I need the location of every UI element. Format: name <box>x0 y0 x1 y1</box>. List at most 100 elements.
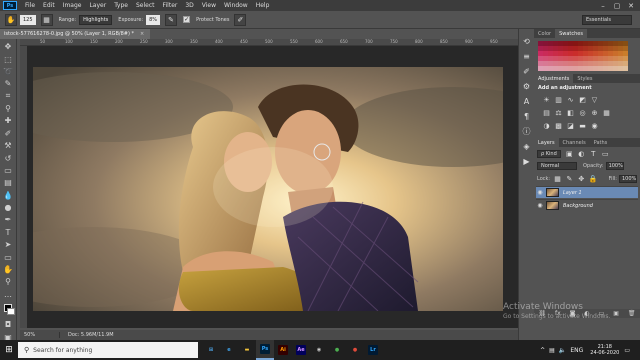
chevron-up-icon[interactable]: ^ <box>540 347 545 354</box>
pen-tool-icon[interactable]: ✒ <box>2 214 15 225</box>
taskbar-app[interactable]: Lr <box>364 340 382 360</box>
levels-icon[interactable]: ▥ <box>554 95 563 104</box>
close-document-icon[interactable]: × <box>140 31 144 37</box>
clone-source-icon[interactable]: ⚙ <box>521 80 533 92</box>
brush-settings-icon[interactable]: ▦ <box>40 13 53 26</box>
volume-icon[interactable]: 🔈 <box>559 347 566 354</box>
tab-channels[interactable]: Channels <box>559 138 590 147</box>
crop-tool-icon[interactable]: ⌗ <box>2 91 15 102</box>
gradient-map-icon[interactable]: ▬ <box>578 121 587 130</box>
tab-color[interactable]: Color <box>534 29 555 38</box>
more-tools-icon[interactable]: … <box>2 289 15 300</box>
color-swatch[interactable] <box>623 66 628 71</box>
tab-paths[interactable]: Paths <box>590 138 612 147</box>
eyedropper-tool-icon[interactable]: ⚲ <box>2 103 15 114</box>
menu-view[interactable]: View <box>198 2 220 9</box>
lock-position-icon[interactable]: ✥ <box>577 174 586 183</box>
selective-color-icon[interactable]: ◉ <box>590 121 599 130</box>
menu-filter[interactable]: Filter <box>159 2 182 9</box>
filter-adjustment-icon[interactable]: ◐ <box>577 149 586 158</box>
menu-image[interactable]: Image <box>59 2 86 9</box>
lock-transparency-icon[interactable]: ▦ <box>553 174 562 183</box>
filter-pixel-icon[interactable]: ▣ <box>565 149 574 158</box>
eraser-tool-icon[interactable]: ▭ <box>2 165 15 176</box>
tab-adjustments[interactable]: Adjustments <box>534 74 574 83</box>
protect-tones-checkbox[interactable]: ✓ <box>183 16 191 23</box>
rectangle-tool-icon[interactable]: ▭ <box>2 251 15 262</box>
menu-window[interactable]: Window <box>220 2 252 9</box>
brush-presets-icon[interactable]: ✐ <box>521 65 533 77</box>
dodge-tool-preset-icon[interactable]: ✋ <box>5 13 17 26</box>
taskbar-app[interactable]: Ae <box>292 340 310 360</box>
zoom-tool-icon[interactable]: ⚲ <box>2 276 15 287</box>
layer-row-layer-1[interactable]: ◉ Layer 1 <box>536 186 638 198</box>
type-tool-icon[interactable]: T <box>2 227 15 238</box>
marquee-tool-icon[interactable]: ⬚ <box>2 53 15 64</box>
quick-select-tool-icon[interactable]: ✎ <box>2 78 15 89</box>
move-tool-icon[interactable]: ✥ <box>2 41 15 52</box>
language-indicator[interactable]: ENG <box>570 347 583 354</box>
navigator-icon[interactable]: ◈ <box>521 140 533 152</box>
visibility-eye-icon[interactable]: ◉ <box>536 189 544 196</box>
menu-layer[interactable]: Layer <box>85 2 110 9</box>
lasso-tool-icon[interactable]: ➰ <box>2 66 15 77</box>
gradient-tool-icon[interactable]: ▤ <box>2 177 15 188</box>
threshold-icon[interactable]: ◪ <box>566 121 575 130</box>
range-select[interactable]: Highlights <box>79 14 113 25</box>
brush-size-field[interactable]: 125 <box>20 14 36 25</box>
photo-filter-icon[interactable]: ◎ <box>578 108 587 117</box>
brush-tool-icon[interactable]: ✐ <box>2 128 15 139</box>
tab-swatches[interactable]: Swatches <box>555 29 587 38</box>
network-icon[interactable]: ▤ <box>549 347 555 354</box>
hue-saturation-icon[interactable]: ▤ <box>542 108 551 117</box>
posterize-icon[interactable]: ▩ <box>554 121 563 130</box>
start-button[interactable]: ⊞ <box>0 340 18 360</box>
color-lookup-icon[interactable]: ▦ <box>602 108 611 117</box>
visibility-eye-icon[interactable]: ◉ <box>536 202 544 209</box>
filter-type-icon[interactable]: T <box>589 149 598 158</box>
menu-help[interactable]: Help <box>252 2 274 9</box>
minimize-button[interactable]: – <box>596 0 610 11</box>
zoom-level[interactable]: 50% <box>20 332 60 338</box>
clone-stamp-tool-icon[interactable]: ⚒ <box>2 140 15 151</box>
brightness-icon[interactable]: ☀ <box>542 95 551 104</box>
opacity-field[interactable]: 100% <box>605 162 624 170</box>
menu-edit[interactable]: Edit <box>39 2 59 9</box>
vibrance-icon[interactable]: ▽ <box>590 95 599 104</box>
layer-row-background[interactable]: ◉ Background <box>536 199 638 211</box>
tab-styles[interactable]: Styles <box>573 74 596 83</box>
exposure-icon[interactable]: ◩ <box>578 95 587 104</box>
maximize-button[interactable]: ▢ <box>610 0 624 11</box>
background-color-swatch[interactable] <box>7 307 15 316</box>
fill-field[interactable]: 100% <box>618 174 637 183</box>
taskbar-app[interactable]: ⊞ <box>202 340 220 360</box>
taskbar-app[interactable]: ◉ <box>310 340 328 360</box>
tab-layers[interactable]: Layers <box>534 138 559 147</box>
lock-image-icon[interactable]: ✎ <box>565 174 574 183</box>
blur-tool-icon[interactable]: 💧 <box>2 190 15 201</box>
black-white-icon[interactable]: ◧ <box>566 108 575 117</box>
properties-icon[interactable]: ≡ <box>521 50 533 62</box>
menu-select[interactable]: Select <box>132 2 159 9</box>
taskbar-app[interactable]: Ps <box>256 340 274 360</box>
taskbar-app[interactable]: ▬ <box>238 340 256 360</box>
paragraph-icon[interactable]: ¶ <box>521 110 533 122</box>
photo-couple-sunset[interactable] <box>33 67 503 311</box>
hand-tool-icon[interactable]: ✋ <box>2 264 15 275</box>
history-brush-tool-icon[interactable]: ↺ <box>2 152 15 163</box>
character-icon[interactable]: A <box>521 95 533 107</box>
info-icon[interactable]: ⓘ <box>521 125 533 137</box>
menu-3d[interactable]: 3D <box>181 2 197 9</box>
layer-kind-filter[interactable]: ρ Kind <box>537 149 561 158</box>
color-balance-icon[interactable]: ⚖ <box>554 108 563 117</box>
filter-shape-icon[interactable]: ▭ <box>601 149 610 158</box>
workspace-select[interactable]: Essentials <box>582 15 632 25</box>
healing-brush-tool-icon[interactable]: ✚ <box>2 115 15 126</box>
dodge-tool-icon[interactable]: ● <box>2 202 15 213</box>
history-icon[interactable]: ⟲ <box>521 35 533 47</box>
document-tab[interactable]: istock-577616278-0.jpg @ 50% (Layer 1, R… <box>0 29 150 39</box>
taskbar-app[interactable]: Ai <box>274 340 292 360</box>
invert-icon[interactable]: ◑ <box>542 121 551 130</box>
notifications-icon[interactable]: ▭ <box>624 347 630 354</box>
swatches-grid[interactable] <box>538 41 636 71</box>
